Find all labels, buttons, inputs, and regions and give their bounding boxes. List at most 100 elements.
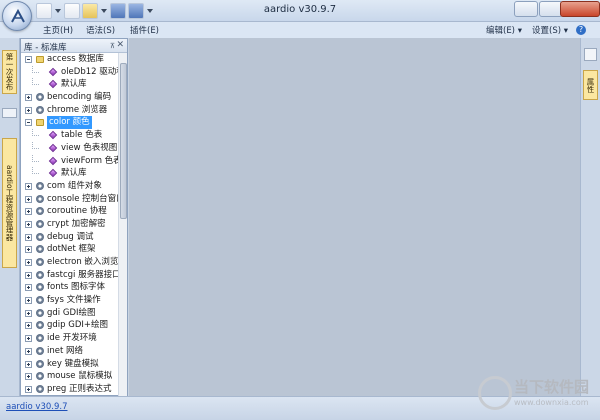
tree-node[interactable]: coroutine 协程 xyxy=(21,205,119,218)
expand-icon[interactable] xyxy=(25,246,32,254)
app-menu-button[interactable] xyxy=(2,1,32,31)
tree-node[interactable]: viewForm 色表 xyxy=(21,154,119,168)
tree-node-label[interactable]: console 控制台窗口 xyxy=(47,193,119,206)
library-icon xyxy=(36,194,44,203)
tree-node[interactable]: gdip GDI+绘图 xyxy=(21,319,119,332)
close-button[interactable] xyxy=(560,1,600,17)
tree-node-label[interactable]: fonts 图标字体 xyxy=(47,281,105,294)
tree-node-label[interactable]: fastcgi 服务器接口 xyxy=(47,269,119,282)
expand-icon[interactable] xyxy=(25,182,32,190)
menu-settings[interactable]: 设置(S) ▾ xyxy=(532,24,568,36)
panel-close-icon[interactable]: ✕ xyxy=(116,40,124,50)
tree-node-label[interactable]: chrome 浏览器 xyxy=(47,104,107,117)
tree-node-label[interactable]: 默认库 xyxy=(61,167,87,180)
tree-node[interactable]: inet 网络 xyxy=(21,345,119,358)
expand-icon[interactable] xyxy=(25,271,32,279)
tree-node[interactable]: console 控制台窗口 xyxy=(21,193,119,206)
tree-node[interactable]: chrome 浏览器 xyxy=(21,104,119,117)
expand-icon[interactable] xyxy=(25,259,32,266)
editor-workspace[interactable] xyxy=(129,38,580,396)
tree-node-label[interactable]: mouse 鼠标模拟 xyxy=(47,370,112,383)
tree-node-label[interactable]: table 色表 xyxy=(61,129,102,142)
tree-node[interactable]: com 组件对象 xyxy=(21,180,119,193)
expand-icon[interactable] xyxy=(25,335,32,343)
expand-icon[interactable] xyxy=(25,220,32,228)
tree-node-label[interactable]: dotNet 框架 xyxy=(47,243,96,256)
tree-node-label[interactable]: crypt 加密解密 xyxy=(47,218,106,231)
tree-node[interactable]: key 键盘模拟 xyxy=(21,358,119,371)
tree-node[interactable]: fonts 图标字体 xyxy=(21,281,119,294)
version-link[interactable]: aardio v30.9.7 xyxy=(6,402,68,412)
tree-node-label[interactable]: fsys 文件操作 xyxy=(47,294,101,307)
tree-node-label[interactable]: viewForm 色表 xyxy=(61,155,119,168)
expand-icon[interactable] xyxy=(25,322,32,330)
tree-node[interactable]: ide 开发环境 xyxy=(21,332,119,345)
tree-node-label[interactable]: key 键盘模拟 xyxy=(47,358,99,371)
expand-icon[interactable] xyxy=(25,106,32,114)
library-icon xyxy=(36,270,44,279)
tree-node-label[interactable]: bencoding 编码 xyxy=(47,91,111,104)
tree-node[interactable]: preg 正则表达式 xyxy=(21,383,119,396)
tree-node[interactable]: bencoding 编码 xyxy=(21,91,119,104)
tree-node[interactable]: view 色表视图 xyxy=(21,141,119,155)
tree-node[interactable]: mouse 鼠标模拟 xyxy=(21,370,119,383)
tree-node[interactable]: table 色表 xyxy=(21,129,119,142)
pin-icon[interactable]: ⊼ xyxy=(110,42,115,50)
tree-node[interactable]: 默认库 xyxy=(21,78,119,91)
expand-icon[interactable] xyxy=(25,233,32,241)
tree-node-label[interactable]: access 数据库 xyxy=(47,53,104,66)
menu-bar: 主页(H) 语法(S) 插件(E) 编辑(E) ▾ 设置(S) ▾ ? xyxy=(0,22,600,38)
tree-node-label[interactable]: electron 嵌入浏览器 xyxy=(47,256,119,269)
tree-node[interactable]: color 颜色 xyxy=(21,116,119,130)
tree-node[interactable]: electron 嵌入浏览器 xyxy=(21,256,119,269)
expand-icon[interactable] xyxy=(25,208,32,216)
minimize-button[interactable] xyxy=(514,1,538,17)
collapse-icon[interactable] xyxy=(25,56,32,63)
tree-node-label[interactable]: inet 网络 xyxy=(47,345,83,358)
folder-icon xyxy=(36,119,44,127)
menu-plugins[interactable]: 插件(E) xyxy=(130,24,159,36)
tree-node-label[interactable]: 默认库 xyxy=(61,78,87,91)
tree-node[interactable]: 默认库 xyxy=(21,167,119,180)
tree-node-label[interactable]: preg 正则表达式 xyxy=(47,383,112,396)
tree-node-label[interactable]: color 颜色 xyxy=(47,116,92,130)
tree-node-label[interactable]: coroutine 协程 xyxy=(47,205,107,218)
tree-scrollbar[interactable] xyxy=(118,53,127,397)
tree-node-label[interactable]: oleDb12 驱动程 xyxy=(61,66,119,79)
expand-icon[interactable] xyxy=(25,284,32,292)
expand-icon[interactable] xyxy=(25,297,32,305)
tree-node-label[interactable]: com 组件对象 xyxy=(47,180,102,193)
tree-node-label[interactable]: gdi GDI绘图 xyxy=(47,307,96,320)
tree-node[interactable]: debug 调试 xyxy=(21,231,119,244)
library-icon xyxy=(36,321,44,330)
expand-icon[interactable] xyxy=(25,94,32,102)
help-icon[interactable]: ? xyxy=(576,25,586,35)
tree-node[interactable]: dotNet 框架 xyxy=(21,243,119,256)
tab-project-explorer[interactable]: aardio工程资源管理器 xyxy=(2,138,17,268)
tab-first-release[interactable]: 第一次发布 xyxy=(2,50,17,94)
menu-edit[interactable]: 编辑(E) ▾ xyxy=(486,24,522,36)
expand-icon[interactable] xyxy=(25,195,32,203)
tree-node-label[interactable]: gdip GDI+绘图 xyxy=(47,319,108,332)
tree-node-label[interactable]: view 色表视图 xyxy=(61,142,117,155)
tree-node[interactable]: access 数据库 xyxy=(21,53,119,66)
menu-home[interactable]: 主页(H) xyxy=(43,24,73,36)
tree-node-label[interactable]: ide 开发环境 xyxy=(47,332,97,345)
expand-icon[interactable] xyxy=(25,309,32,317)
tool-icon[interactable] xyxy=(2,108,17,118)
tree-node[interactable]: gdi GDI绘图 xyxy=(21,307,119,320)
expand-icon[interactable] xyxy=(25,360,32,368)
tree-node[interactable]: oleDb12 驱动程 xyxy=(21,65,119,79)
tree-node[interactable]: crypt 加密解密 xyxy=(21,218,119,231)
menu-syntax[interactable]: 语法(S) xyxy=(86,24,115,36)
expand-icon[interactable] xyxy=(25,373,32,381)
scrollbar-thumb[interactable] xyxy=(120,63,127,219)
tab-properties[interactable]: 属性 xyxy=(583,70,598,100)
expand-icon[interactable] xyxy=(25,347,32,355)
collapse-icon[interactable] xyxy=(25,119,32,127)
tree-node[interactable]: fastcgi 服务器接口 xyxy=(21,269,119,282)
dock-tool-icon[interactable] xyxy=(584,48,597,61)
tree-node-label[interactable]: debug 调试 xyxy=(47,231,94,244)
tree-node[interactable]: fsys 文件操作 xyxy=(21,294,119,307)
expand-icon[interactable] xyxy=(25,385,32,393)
